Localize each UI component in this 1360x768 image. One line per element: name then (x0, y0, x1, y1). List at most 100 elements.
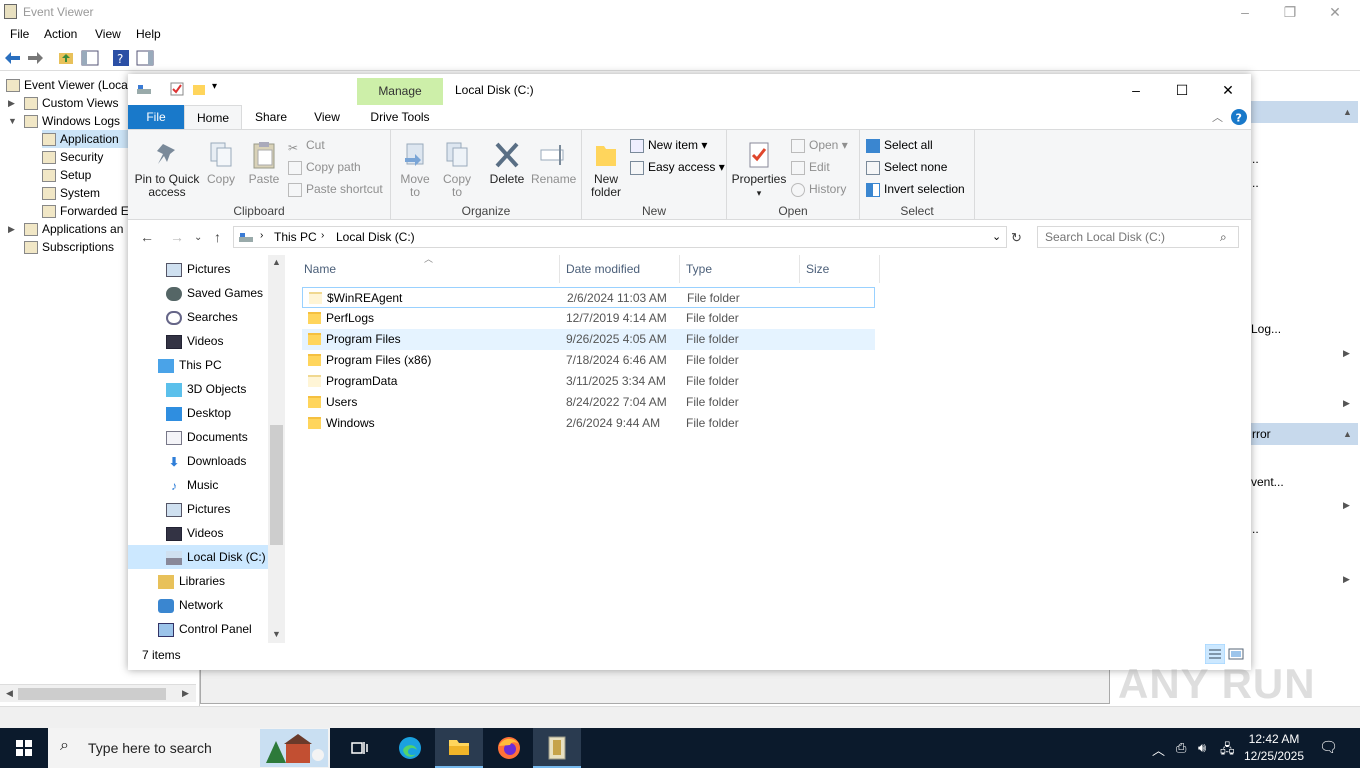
table-row[interactable]: ProgramData 3/11/2025 3:34 AM File folder (302, 371, 875, 392)
edge-button[interactable] (386, 728, 434, 768)
explorer-maximize-button[interactable]: ☐ (1159, 78, 1205, 102)
column-header-date[interactable]: Date modified (560, 255, 680, 283)
easy-access-button[interactable]: Easy access ▾ (630, 158, 725, 176)
copy-path-button[interactable]: Copy path (288, 158, 361, 176)
column-header-size[interactable]: Size (800, 255, 880, 283)
nav-item-saved-games[interactable]: Saved Games (166, 281, 268, 305)
forward-arrow-icon[interactable]: → (170, 229, 184, 245)
customize-quick-access-icon[interactable]: ▾ (212, 81, 217, 92)
action-event[interactable]: vent... (1251, 475, 1284, 489)
open-button[interactable]: Open ▾ (791, 136, 848, 154)
tree-horizontal-scrollbar[interactable]: ◀ ▶ (0, 684, 196, 702)
help-icon[interactable]: ? (1231, 109, 1247, 125)
back-arrow-icon[interactable]: ← (140, 229, 154, 245)
volume-icon[interactable]: 🔊︎ (1198, 740, 1206, 756)
copy-to-button[interactable]: Copy to (439, 140, 475, 199)
restore-button[interactable]: ❐ (1280, 2, 1300, 22)
tree-windows-logs[interactable]: Windows Logs (24, 112, 120, 130)
nav-item-music[interactable]: ♪ Music (166, 473, 268, 497)
history-button[interactable]: History (791, 180, 846, 198)
up-folder-icon[interactable] (57, 49, 75, 67)
rename-button[interactable]: Rename (531, 140, 576, 186)
delete-button[interactable]: Delete (487, 140, 527, 186)
event-viewer-taskbar-button[interactable] (533, 728, 581, 768)
actions-header[interactable]: ▲ (1250, 101, 1358, 123)
explorer-close-button[interactable]: ✕ (1205, 78, 1251, 102)
paste-shortcut-button[interactable]: Paste shortcut (288, 180, 383, 198)
tree-application[interactable]: Application (42, 130, 128, 148)
nav-item-local-disk[interactable]: Local Disk (C:) (128, 545, 268, 569)
action-item[interactable]: .. (1252, 176, 1259, 190)
column-header-type[interactable]: Type (680, 255, 800, 283)
task-view-button[interactable] (336, 728, 384, 768)
search-input[interactable] (1045, 230, 1215, 244)
tree-forwarded[interactable]: Forwarded E (42, 202, 129, 220)
select-none-button[interactable]: Select none (866, 158, 947, 176)
nav-item-control-panel[interactable]: Control Panel (158, 617, 268, 641)
nav-item-searches[interactable]: Searches (166, 305, 268, 329)
collapse-ribbon-icon[interactable]: ︿ (1212, 109, 1223, 125)
tree-root[interactable]: Event Viewer (Local (6, 76, 131, 94)
nav-item-pictures[interactable]: Pictures (166, 257, 268, 281)
collapse-chevron-icon[interactable]: ▼ (8, 116, 17, 126)
menu-file[interactable]: File (10, 27, 29, 41)
nav-vertical-scrollbar[interactable]: ▲ ▼ (268, 255, 285, 643)
tab-drive-tools[interactable]: Drive Tools (357, 105, 443, 129)
table-row[interactable]: Program Files 9/26/2025 4:05 AM File folde… (302, 329, 875, 350)
forward-arrow-icon[interactable] (26, 49, 44, 67)
back-arrow-icon[interactable] (4, 49, 22, 67)
scroll-up-icon[interactable]: ▲ (272, 257, 281, 267)
meet-now-icon[interactable]: ⎙ (1176, 740, 1186, 756)
show-hidden-icons-icon[interactable]: ︿ (1152, 740, 1165, 759)
error-actions-header[interactable]: rror ▲ (1250, 423, 1358, 445)
tab-file[interactable]: File (128, 105, 184, 129)
tab-view[interactable]: View (300, 105, 354, 129)
notifications-icon[interactable]: 🗨︎ (1319, 738, 1338, 756)
tree-custom-views[interactable]: Custom Views (24, 94, 118, 112)
tab-home[interactable]: Home (184, 105, 242, 129)
move-to-button[interactable]: Move to (397, 140, 433, 199)
address-bar[interactable]: › This PC › Local Disk (C:) ⌄ (233, 226, 1007, 248)
firefox-button[interactable] (485, 728, 533, 768)
tab-share[interactable]: Share (244, 105, 298, 129)
action-pane-icon[interactable] (136, 49, 154, 67)
tree-system[interactable]: System (42, 184, 100, 202)
manage-contextual-tab[interactable]: Manage (357, 78, 443, 105)
edit-button[interactable]: Edit (791, 158, 830, 176)
help-icon[interactable]: ? (112, 49, 130, 67)
refresh-icon[interactable]: ↻ (1011, 230, 1022, 246)
properties-button[interactable]: Properties ▾ (731, 140, 787, 200)
table-row[interactable]: Program Files (x86) 7/18/2024 6:46 AM File… (302, 350, 875, 371)
nav-item-this-pc[interactable]: This PC (158, 353, 268, 377)
table-row[interactable]: PerfLogs 12/7/2019 4:14 AM File folder (302, 308, 875, 329)
address-dropdown-icon[interactable]: ⌄ (992, 230, 1001, 243)
new-folder-quick-icon[interactable] (192, 82, 206, 96)
action-item[interactable]: .. (1252, 522, 1259, 536)
nav-item-pictures-2[interactable]: Pictures (166, 497, 268, 521)
new-item-button[interactable]: New item ▾ (630, 136, 707, 154)
pin-to-quick-access-button[interactable]: Pin to Quick access (134, 140, 200, 199)
tree-subscriptions[interactable]: Subscriptions (24, 238, 114, 256)
nav-item-videos-2[interactable]: Videos (166, 521, 268, 545)
cut-button[interactable]: ✂ Cut (288, 136, 325, 155)
copy-button[interactable]: Copy (204, 140, 238, 186)
nav-item-desktop[interactable]: Desktop (166, 401, 268, 425)
up-arrow-icon[interactable]: ↑ (214, 229, 221, 245)
breadcrumb-local-disk[interactable]: Local Disk (C:) (336, 230, 415, 244)
action-item[interactable]: .. (1252, 152, 1259, 166)
tree-security[interactable]: Security (42, 148, 103, 166)
select-all-button[interactable]: Select all (866, 136, 933, 154)
breadcrumb-separator-icon[interactable]: › (321, 230, 324, 241)
menu-view[interactable]: View (95, 27, 121, 41)
nav-item-libraries[interactable]: Libraries (158, 569, 268, 593)
file-explorer-taskbar-button[interactable] (435, 728, 483, 768)
search-box[interactable]: ⌕ (1037, 226, 1239, 248)
table-row[interactable]: Users 8/24/2022 7:04 AM File folder (302, 392, 875, 413)
network-tray-icon[interactable]: 🖧︎ (1220, 740, 1235, 762)
minimize-button[interactable]: – (1235, 2, 1255, 22)
breadcrumb-separator-icon[interactable]: › (260, 230, 263, 241)
taskbar-search-box[interactable]: ⌕ Type here to search (48, 728, 330, 768)
scrollbar-thumb[interactable] (18, 688, 166, 700)
nav-item-videos[interactable]: Videos (166, 329, 268, 353)
tree-applications-services[interactable]: Applications an (24, 220, 123, 238)
